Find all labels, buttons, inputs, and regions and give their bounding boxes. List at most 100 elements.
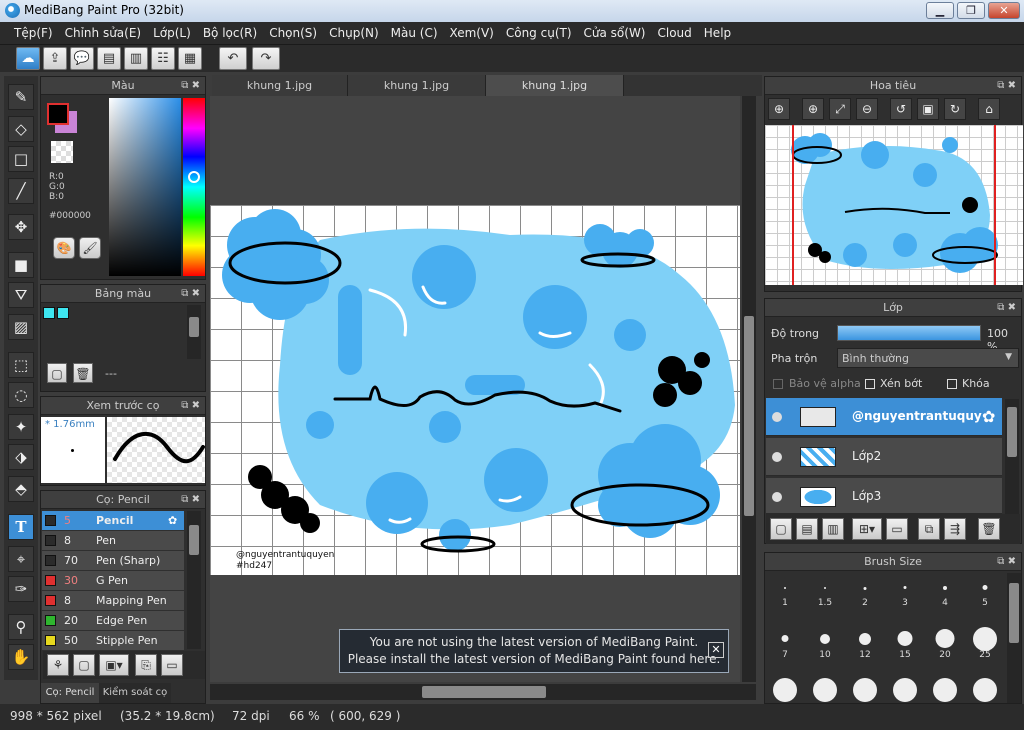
layer-folder-icon[interactable]: ▭ (886, 518, 908, 540)
export-icon[interactable]: ⇪ (43, 47, 67, 70)
brush-size-cell[interactable]: 12 (846, 625, 884, 661)
menu-help[interactable]: Help (698, 22, 737, 44)
opacity-slider[interactable] (837, 325, 981, 341)
brush-tool-icon[interactable]: ✎ (8, 84, 34, 110)
close-button[interactable]: ✕ (988, 2, 1020, 19)
menu-file[interactable]: Tệp(F) (8, 22, 59, 44)
tab-brush-control[interactable]: Kiểm soát cọ (99, 683, 171, 703)
bucket-tool-icon[interactable]: ⛛ (8, 282, 34, 308)
select-tool-icon[interactable]: ⬚ (8, 352, 34, 378)
merge-layer-icon[interactable]: ⇶ (944, 518, 966, 540)
brush-new-icon[interactable]: ▢ (73, 654, 95, 676)
operation-tool-icon[interactable]: ⌖ (8, 546, 34, 572)
eye-icon[interactable] (772, 412, 782, 422)
select-pen-icon[interactable]: ⬗ (8, 444, 34, 470)
navigator-preview[interactable] (765, 125, 1023, 285)
palette-scrollbar[interactable] (187, 305, 201, 359)
page-icon[interactable]: ▥ (124, 47, 148, 70)
layer-row[interactable]: @nguyentrantuquye ✿ (766, 398, 1002, 436)
canvas-viewport[interactable]: @nguyentrantuquyen #hd247 You are not us… (210, 96, 740, 682)
layer-row[interactable]: Lớp2 (766, 438, 1002, 476)
brush-settings-icon[interactable]: ✿ (168, 511, 177, 530)
magic-wand-icon[interactable]: ✦ (8, 414, 34, 440)
blend-mode-select[interactable]: Bình thường ▼ (837, 348, 1019, 368)
layer-add-menu-icon[interactable]: ⊞▾ (852, 518, 882, 540)
menu-cloud[interactable]: Cloud (652, 22, 698, 44)
eraser-tool-icon[interactable]: ◇ (8, 116, 34, 142)
grid-icon[interactable]: ▦ (178, 47, 202, 70)
delete-layer-icon[interactable]: 🗑 (978, 518, 1000, 540)
cloud-icon[interactable]: ☁ (16, 47, 40, 70)
fit-icon[interactable]: ⤢ (829, 98, 851, 120)
menu-edit[interactable]: Chỉnh sửa(E) (59, 22, 148, 44)
brush-list-scrollbar[interactable] (187, 511, 201, 649)
brush-size-scrollbar[interactable] (1007, 573, 1021, 703)
redo-icon[interactable]: ↷ (252, 47, 280, 70)
zoom-in-step-icon[interactable]: ⊕ (802, 98, 824, 120)
hue-slider[interactable] (183, 98, 205, 276)
brush-size-cell[interactable] (806, 675, 844, 703)
tab-brush-pencil[interactable]: Cọ: Pencil (41, 683, 99, 703)
select-eraser-icon[interactable]: ⬘ (8, 476, 34, 502)
brush-size-cell[interactable] (846, 675, 884, 703)
rotate-left-icon[interactable]: ↺ (890, 98, 912, 120)
gradient-tool-icon[interactable]: ▨ (8, 314, 34, 340)
rotate-right-icon[interactable]: ↻ (944, 98, 966, 120)
eye-icon[interactable] (772, 452, 782, 462)
panel-expand-close-icon[interactable]: ⧉ ✖ (997, 553, 1016, 571)
layer-row[interactable]: Lớp3 (766, 478, 1002, 514)
note-icon[interactable]: ▤ (97, 47, 121, 70)
protect-alpha-checkbox[interactable] (773, 379, 783, 389)
zoom-in-icon[interactable]: ⊕ (768, 98, 790, 120)
line-tool-icon[interactable]: ╱ (8, 178, 34, 204)
update-notice[interactable]: You are not using the latest version of … (339, 629, 729, 673)
foreground-color-swatch[interactable] (47, 103, 69, 125)
menu-color[interactable]: Màu (C) (385, 22, 444, 44)
move-tool-icon[interactable]: ✥ (8, 214, 34, 240)
hue-slider-handle[interactable] (188, 171, 200, 183)
menu-select[interactable]: Chọn(S) (263, 22, 323, 44)
list-icon[interactable]: ☷ (151, 47, 175, 70)
brush-size-cell[interactable]: 7 (766, 625, 804, 661)
brush-size-cell[interactable]: 1.5 (806, 573, 844, 609)
minimize-button[interactable]: ▁ (926, 2, 954, 19)
transparent-swatch[interactable] (51, 141, 73, 163)
comment-icon[interactable]: 💬 (70, 47, 94, 70)
hand-tool-icon[interactable]: ✋ (8, 644, 34, 670)
notice-close-icon[interactable]: ✕ (708, 642, 724, 658)
menu-tools[interactable]: Công cụ(T) (500, 22, 578, 44)
lock-checkbox[interactable] (947, 379, 957, 389)
brush-size-cell[interactable]: 1 (766, 573, 804, 609)
palette-swatch[interactable] (57, 307, 69, 319)
zoom-out-icon[interactable]: ⊖ (856, 98, 878, 120)
brush-folder-icon[interactable]: ▭ (161, 654, 183, 676)
text-tool-icon[interactable]: T (8, 514, 34, 540)
divide-tool-icon[interactable]: ✑ (8, 576, 34, 602)
layer-settings-icon[interactable]: ✿ (982, 407, 995, 426)
panel-expand-close-icon[interactable]: ⧉ ✖ (181, 285, 200, 303)
brush-item[interactable]: 5 Pencil ✿ (42, 511, 184, 530)
lasso-tool-icon[interactable]: ◌ (8, 382, 34, 408)
canvas-vertical-scrollbar[interactable] (742, 96, 756, 682)
new-palette-icon[interactable]: ▢ (47, 363, 67, 383)
menu-layer[interactable]: Lớp(L) (147, 22, 197, 44)
brush-size-cell[interactable]: 3 (886, 573, 924, 609)
brush-size-cell[interactable]: 20 (926, 625, 964, 661)
flip-icon[interactable]: ⌂ (978, 98, 1000, 120)
saturation-value-field[interactable] (109, 98, 181, 276)
new-halftone-layer-icon[interactable]: ▤ (796, 518, 818, 540)
brush-size-cell[interactable] (926, 675, 964, 703)
palette-icon[interactable]: 🎨 (53, 237, 75, 259)
clip-checkbox[interactable] (865, 379, 875, 389)
undo-icon[interactable]: ↶ (219, 47, 247, 70)
brush-size-cell[interactable]: 5 (966, 573, 1004, 609)
panel-expand-close-icon[interactable]: ⧉ ✖ (181, 491, 200, 509)
brush-size-cell[interactable] (966, 675, 1004, 703)
document-tab-active[interactable]: khung 1.jpg (486, 75, 624, 96)
menu-window[interactable]: Cửa sổ(W) (578, 22, 652, 44)
panel-expand-close-icon[interactable]: ⧉ ✖ (997, 299, 1016, 317)
layer-list-scrollbar[interactable] (1005, 399, 1019, 515)
fill-tool-icon[interactable]: ■ (8, 252, 34, 278)
new-8bit-layer-icon[interactable]: ▥ (822, 518, 844, 540)
brush-item[interactable]: 20 Edge Pen (42, 611, 184, 630)
